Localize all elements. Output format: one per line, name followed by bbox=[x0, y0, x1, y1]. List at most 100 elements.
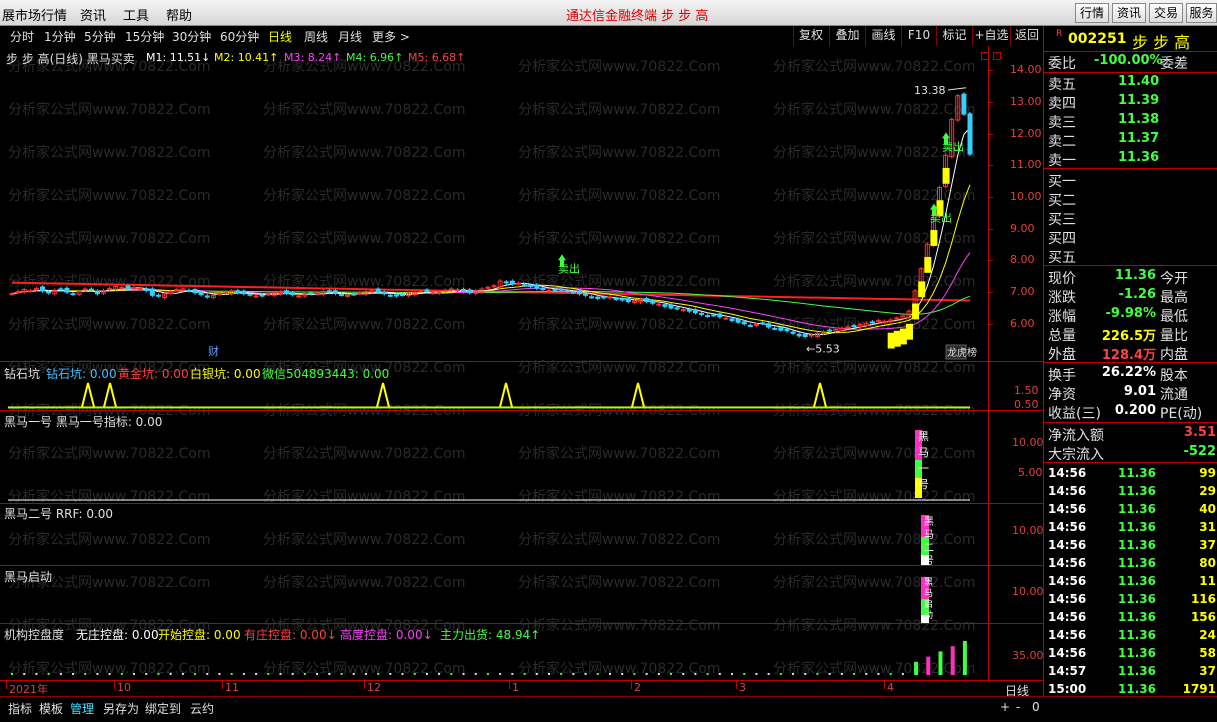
manage-tab[interactable]: 管理 bbox=[70, 700, 94, 717]
control-bar bbox=[11, 673, 13, 675]
control-bar bbox=[779, 673, 782, 675]
tick-volume: 99 bbox=[1199, 466, 1216, 480]
period-monthly[interactable]: 月线 bbox=[338, 28, 362, 45]
candle-body bbox=[461, 288, 467, 293]
price-tick-label: 10.00 bbox=[1010, 190, 1042, 204]
signal-block bbox=[905, 323, 913, 340]
ask-row: 卖四 11.39 bbox=[1044, 93, 1217, 112]
tick-volume: 24 bbox=[1199, 628, 1216, 642]
service-button[interactable]: 服务 bbox=[1186, 3, 1217, 23]
bind-tab[interactable]: 绑定到 bbox=[145, 700, 181, 717]
weibi-row: 委比 -100.00% 委差 bbox=[1048, 53, 1188, 72]
period-weekly[interactable]: 周线 bbox=[304, 28, 328, 45]
stat-value: -1.26 bbox=[1118, 287, 1156, 302]
control-bar bbox=[474, 673, 477, 675]
adjust-button[interactable]: 复权 bbox=[793, 26, 828, 46]
quote-button[interactable]: 行情 bbox=[1075, 3, 1109, 23]
zoom-in-button[interactable]: + bbox=[1000, 700, 1010, 714]
save-as-tab[interactable]: 另存为 bbox=[103, 700, 139, 717]
stat-value: 128.4万 bbox=[1101, 348, 1156, 363]
tick-price: 11.36 bbox=[1118, 484, 1156, 498]
mark-button[interactable]: 标记 bbox=[936, 26, 972, 46]
period-60min[interactable]: 60分钟 bbox=[220, 28, 259, 45]
control-bar bbox=[596, 673, 599, 675]
draw-line-button[interactable]: 画线 bbox=[865, 26, 901, 46]
candle-body bbox=[125, 285, 131, 290]
menu-news[interactable]: 资讯 bbox=[80, 5, 106, 24]
candle-body bbox=[650, 300, 656, 304]
candle-body bbox=[699, 312, 705, 315]
period-1min[interactable]: 1分钟 bbox=[44, 28, 76, 45]
sell-signal-label: 卖出 bbox=[930, 211, 952, 225]
menu-tools[interactable]: 工具 bbox=[123, 5, 149, 24]
tick-time: 14:56 bbox=[1048, 466, 1087, 480]
axis-toggle-icon[interactable] bbox=[981, 52, 989, 60]
tick-volume: 29 bbox=[1199, 484, 1216, 498]
f10-button[interactable]: F10 bbox=[901, 26, 936, 46]
candle-body bbox=[613, 297, 619, 300]
control-bar bbox=[865, 673, 868, 675]
control-bar bbox=[389, 673, 392, 675]
period-15min[interactable]: 15分钟 bbox=[125, 28, 164, 45]
control-bar bbox=[608, 673, 611, 675]
back-button[interactable]: 返回 bbox=[1010, 26, 1043, 46]
flow-label: 大宗流入 bbox=[1048, 447, 1104, 463]
candle-body bbox=[442, 289, 448, 292]
stat-label-2: 量比 bbox=[1160, 328, 1188, 344]
tick-price: 11.36 bbox=[1118, 556, 1156, 570]
cloud-tab[interactable]: 云约 bbox=[190, 700, 214, 717]
menu-help[interactable]: 帮助 bbox=[166, 5, 192, 24]
control-bar bbox=[926, 656, 931, 675]
control-bar bbox=[572, 673, 575, 675]
period-timeshare[interactable]: 分时 bbox=[10, 28, 34, 45]
add-watchlist-button[interactable]: +自选 bbox=[972, 26, 1010, 46]
candle-body bbox=[552, 288, 558, 292]
period-5min[interactable]: 5分钟 bbox=[84, 28, 116, 45]
flow-value: -522 bbox=[1183, 444, 1216, 459]
control-bar bbox=[328, 673, 331, 675]
stat-value: 11.36 bbox=[1114, 268, 1156, 283]
candle-body bbox=[625, 298, 631, 303]
period-more[interactable]: 更多 > bbox=[372, 28, 410, 45]
candle-body bbox=[680, 309, 686, 312]
ask-label: 卖四 bbox=[1048, 96, 1076, 112]
p4-axis-label: 10.00 bbox=[1012, 524, 1044, 537]
period-daily[interactable]: 日线 bbox=[268, 28, 292, 45]
control-bar bbox=[584, 673, 587, 675]
axis-toggle-icon[interactable] bbox=[993, 52, 1001, 60]
indicator-tab[interactable]: 指标 bbox=[8, 700, 32, 717]
p2-axis-label: 0.50 bbox=[1014, 398, 1039, 411]
tick-volume: 40 bbox=[1199, 502, 1216, 516]
overlay-button[interactable]: 叠加 bbox=[829, 26, 865, 46]
zoom-reset-button[interactable]: 0 bbox=[1032, 700, 1040, 714]
time-tick bbox=[114, 681, 115, 689]
candle-body bbox=[418, 290, 424, 293]
chart-area[interactable]: 分析家公式网www.70822.Com 分析家公式网www.70822.Com 分析… bbox=[0, 46, 1044, 698]
menu-market[interactable]: 展市场行情 bbox=[2, 5, 67, 24]
stat-label: 净资 bbox=[1048, 387, 1076, 403]
control-bar bbox=[364, 673, 367, 675]
template-tab[interactable]: 模板 bbox=[39, 700, 63, 717]
candle-body bbox=[253, 295, 259, 298]
price-chart[interactable]: 13.38←5.53卖出卖出卖出财 龙虎榜 bbox=[0, 46, 988, 361]
candle-body bbox=[94, 290, 100, 295]
control-bar bbox=[914, 661, 919, 675]
zoom-out-button[interactable]: - bbox=[1016, 700, 1020, 714]
period-30min[interactable]: 30分钟 bbox=[172, 28, 211, 45]
news-button[interactable]: 资讯 bbox=[1112, 3, 1146, 23]
candle-body bbox=[155, 294, 161, 297]
stock-header: R 002251 步 步 高 bbox=[1044, 28, 1217, 52]
control-bar bbox=[950, 646, 955, 675]
money-flow-row: 净流入额 3.51 bbox=[1044, 425, 1217, 444]
candle-body bbox=[522, 284, 528, 287]
price-tick bbox=[988, 292, 993, 294]
control-bar bbox=[792, 673, 795, 675]
price-tick bbox=[988, 323, 993, 325]
trade-button[interactable]: 交易 bbox=[1149, 3, 1183, 23]
time-tick-label: 3 bbox=[739, 681, 746, 694]
p5-bar-char: 黑 bbox=[924, 577, 933, 588]
candle-body bbox=[869, 321, 875, 324]
pit-spike bbox=[376, 382, 390, 408]
money-flow-row: 大宗流入 -522 bbox=[1044, 444, 1217, 463]
tick-time: 14:56 bbox=[1048, 556, 1087, 570]
